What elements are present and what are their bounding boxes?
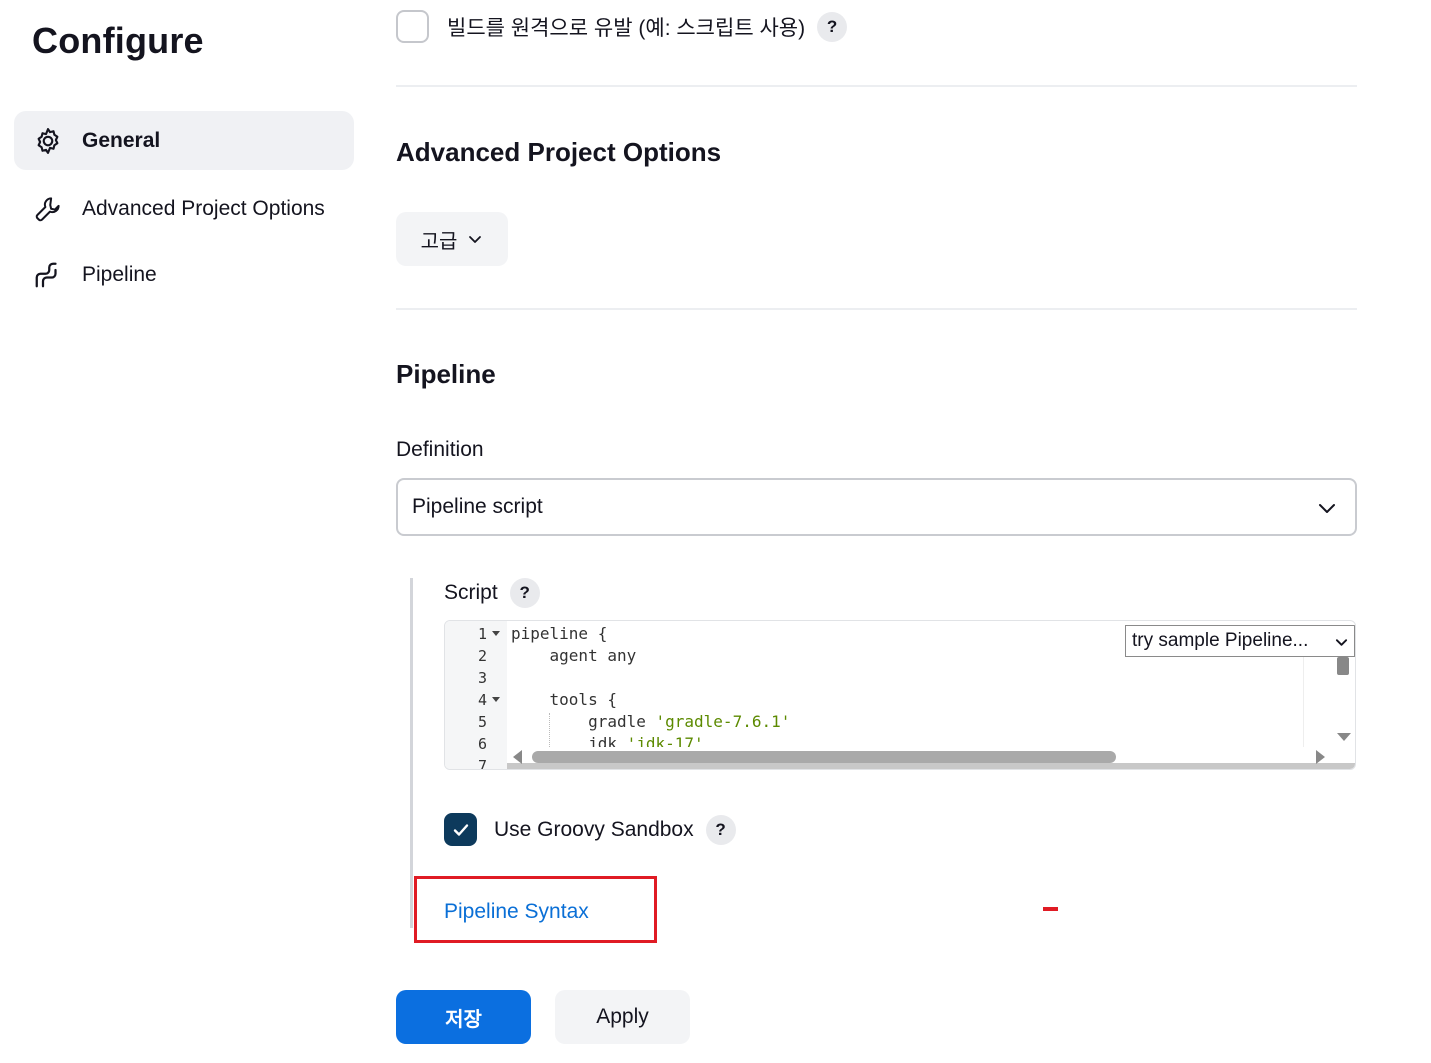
vertical-scroll-thumb[interactable] [1337,657,1349,675]
code-line: agent any [511,646,637,665]
definition-label: Definition [396,438,484,461]
code-line: pipeline { [511,624,608,643]
help-icon[interactable]: ? [817,11,848,42]
scroll-down-arrow-icon[interactable] [1337,733,1351,741]
groovy-sandbox-checkbox[interactable] [444,813,477,846]
advanced-button-label: 고급 [420,230,458,253]
code-line: tools { [511,690,617,709]
line-number: 2 [477,647,487,665]
script-label-row: Script ? [444,578,540,608]
line-number: 5 [477,713,487,731]
remote-trigger-row: 빌드를 원격으로 유발 (예: 스크립트 사용) ? [396,10,848,43]
pipeline-section-title: Pipeline [396,359,496,389]
sidebar-item-label: Advanced Project Options [82,196,325,220]
chevron-down-icon [469,236,482,243]
sidebar-item-general[interactable]: General [14,111,354,170]
remote-trigger-label: 빌드를 원격으로 유발 (예: 스크립트 사용) [447,16,806,40]
apply-button[interactable]: Apply [555,990,690,1044]
scroll-left-arrow-icon[interactable] [513,750,522,764]
scroll-right-arrow-icon[interactable] [1316,750,1325,764]
chevron-down-icon [1319,504,1335,513]
script-editor[interactable]: 1 pipeline { 2 agent any 3 4 tools { 5 g… [444,620,1356,770]
help-icon[interactable]: ? [705,814,736,845]
horizontal-scrollbar[interactable] [507,747,1355,769]
groovy-sandbox-row: Use Groovy Sandbox ? [444,813,736,846]
fold-arrow-icon[interactable] [492,631,500,636]
code-line: gradle 'gradle-7.6.1' [511,712,790,731]
advanced-toggle-button[interactable]: 고급 [396,212,508,266]
groovy-sandbox-label: Use Groovy Sandbox [494,817,694,841]
checkmark-icon [453,823,468,836]
try-sample-pipeline-select[interactable]: try sample Pipeline... [1125,625,1355,657]
highlight-box [414,876,657,943]
fold-arrow-icon[interactable] [492,697,500,702]
help-icon[interactable]: ? [509,578,540,608]
gear-icon [32,125,64,157]
annotation-mark [1043,907,1058,911]
line-number: 3 [477,669,487,687]
sidebar-item-pipeline[interactable]: Pipeline [14,245,354,304]
sidebar-item-label: Pipeline [82,262,157,286]
page-title: Configure [32,20,204,61]
chevron-down-icon [1335,639,1348,646]
try-sample-label: try sample Pipeline... [1132,630,1309,651]
code-text: gradle [511,712,656,731]
script-label: Script [444,581,498,604]
save-button[interactable]: 저장 [396,990,531,1044]
code-string: 'gradle-7.6.1' [655,712,791,731]
definition-select[interactable]: Pipeline script [396,478,1357,536]
remote-trigger-checkbox[interactable] [396,10,429,43]
definition-value: Pipeline script [412,495,543,518]
configure-page: Configure General Advanced Project Optio… [0,0,1431,1063]
line-number: 1 [477,625,487,643]
nested-section-bar [410,578,413,928]
sidebar-item-advanced-project-options[interactable]: Advanced Project Options [14,179,354,238]
wrench-icon [32,193,64,225]
line-number: 4 [477,691,487,709]
section-divider [396,85,1357,87]
scroll-track [507,763,1355,769]
advanced-section-title: Advanced Project Options [396,137,722,167]
line-number: 6 [477,735,487,753]
pipeline-icon [32,259,64,291]
section-divider [396,308,1357,310]
line-number: 7 [477,757,487,770]
horizontal-scroll-thumb[interactable] [532,751,1116,763]
sidebar-item-label: General [82,128,161,152]
